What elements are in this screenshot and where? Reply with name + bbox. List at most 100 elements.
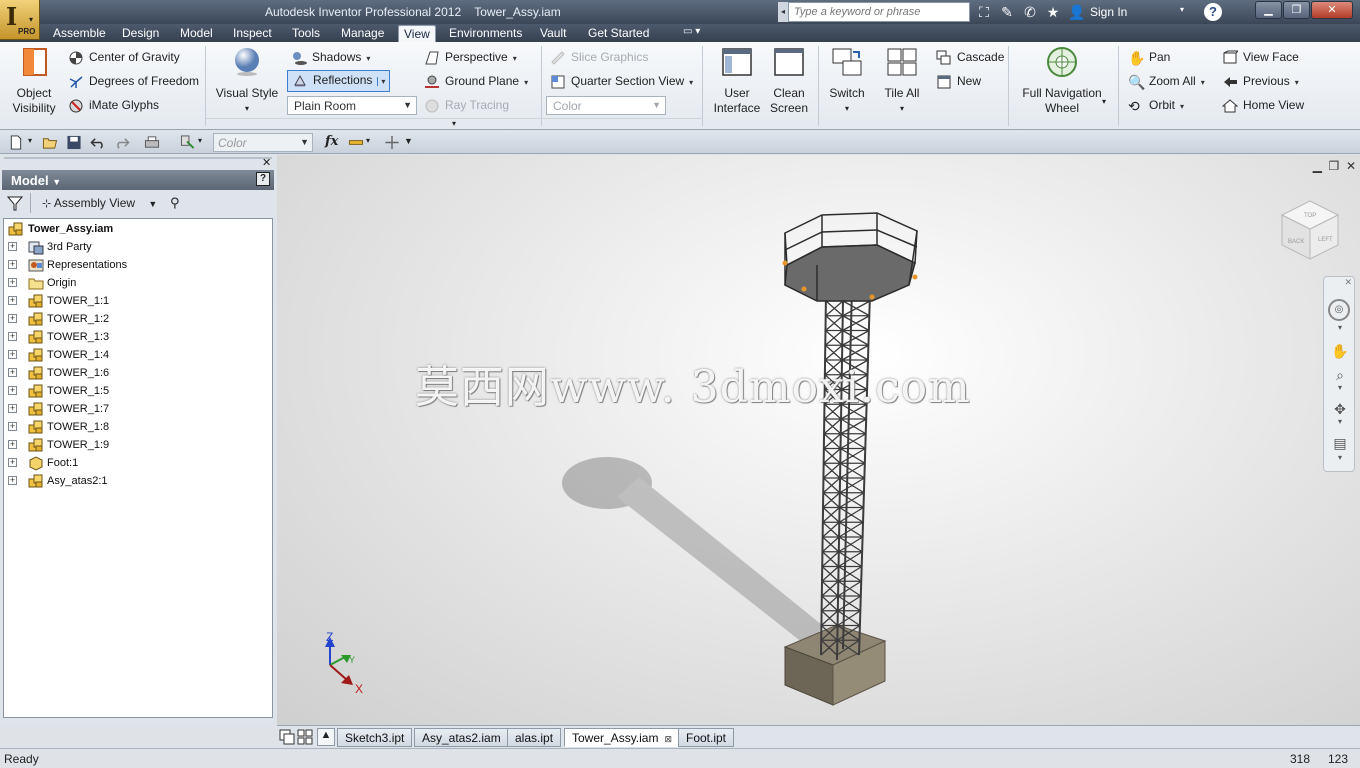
expand-icon[interactable]: + [8,242,17,251]
color-override-dropdown[interactable]: Color ▼ [546,96,666,115]
reflections-button[interactable]: Reflections ▾ [287,70,391,92]
parameters-fx-icon[interactable]: fx [325,134,338,149]
tile-all-button[interactable]: Tile All ▾ [880,46,924,116]
measure-icon[interactable] [348,135,364,150]
expand-icon[interactable]: + [8,476,17,485]
ground-plane-button[interactable]: Ground Plane ▾ [424,74,528,90]
full-navigation-wheel-button[interactable]: Full Navigation Wheel [1016,46,1108,116]
workplane-icon[interactable] [384,135,400,150]
zoom-all-button[interactable]: 🔍 Zoom All ▾ [1128,74,1205,90]
search-scope-icon[interactable]: ◂ [778,2,788,22]
doc-tab-asy-atas2[interactable]: Asy_atas2.iam [414,728,509,747]
chevron-down-icon[interactable]: ▾ [1330,417,1350,435]
print-icon[interactable] [144,135,160,150]
expand-icon[interactable]: + [8,314,17,323]
customize-qat-icon[interactable]: ▼ [404,136,413,146]
user-icon[interactable]: 👤 [1068,3,1086,21]
expand-icon[interactable]: + [8,278,17,287]
cascade-button[interactable]: Cascade [936,50,1004,66]
steering-wheel-icon[interactable]: ◎ [1328,299,1350,321]
select-filter-icon[interactable] [180,135,196,150]
find-binoculars-icon[interactable]: ⚲ [170,195,180,211]
ray-tracing-button[interactable]: Ray Tracing [424,98,509,114]
tree-node[interactable]: +3rd Party [4,238,272,256]
tower-model-scene[interactable]: Z Y X [277,155,1360,725]
tree-node[interactable]: + TOWER_1:4 [4,346,272,364]
tower-platform[interactable] [782,212,918,302]
shadows-button[interactable]: Shadows ▾ [291,50,370,66]
restore-icon[interactable]: ❐ [1329,159,1340,173]
doc-tab-sketch3[interactable]: Sketch3.ipt [337,728,413,747]
pan-hand-icon[interactable]: ✋ [1330,343,1350,361]
save-icon[interactable] [66,135,82,150]
object-visibility-button[interactable]: Object Visibility [8,46,60,116]
minimize-button[interactable]: ▁ [1255,1,1282,19]
tab-view[interactable]: View [398,25,436,42]
tab-manage[interactable]: Manage [336,25,389,42]
chevron-down-icon[interactable]: ▾ [1330,383,1350,401]
viewcube[interactable]: TOP BACK LEFT [1280,199,1340,261]
search-input[interactable]: Type a keyword or phrase [788,2,970,22]
slice-graphics-button[interactable]: Slice Graphics [550,50,648,66]
chevron-down-icon[interactable]: ▾ [366,136,370,145]
view-face-button[interactable]: View Face [1222,50,1299,66]
appearance-panel-expander[interactable]: ▾ [206,118,702,130]
pan-button[interactable]: ✋ Pan [1128,50,1170,66]
help-icon[interactable]: ? [256,172,270,186]
tree-node[interactable]: + TOWER_1:3 [4,328,272,346]
ribbon-options-icon[interactable]: ▭ ▾ [678,25,705,42]
expand-icon[interactable]: + [8,404,17,413]
open-folder-icon[interactable] [42,135,58,150]
orbit-button[interactable]: ⟲ Orbit ▾ [1128,98,1184,114]
help-icon[interactable]: ? [1204,3,1222,21]
expand-icon[interactable]: + [8,296,17,305]
lattice-tower[interactable] [820,286,871,661]
expand-icon[interactable]: + [8,368,17,377]
expand-icon[interactable]: + [8,458,17,467]
communication-icon[interactable]: ✆ [1021,3,1039,21]
expand-icon[interactable]: + [8,350,17,359]
previous-view-button[interactable]: Previous ▾ [1222,74,1299,90]
tab-model[interactable]: Model [175,25,218,42]
tree-node[interactable]: + TOWER_1:5 [4,382,272,400]
minimize-icon[interactable]: ▁ [1313,159,1322,173]
home-view-button[interactable]: Home View [1222,98,1304,114]
tile-windows-icon[interactable] [297,729,313,745]
expand-icon[interactable]: + [8,260,17,269]
tab-inspect[interactable]: Inspect [228,25,277,42]
cascade-windows-icon[interactable] [279,729,295,745]
doc-tab-tower-assy[interactable]: Tower_Assy.iam ⊠ [564,728,681,747]
quarter-section-view-button[interactable]: Quarter Section View ▾ [550,74,693,90]
switch-button[interactable]: Switch ▾ [825,46,869,116]
chevron-down-icon[interactable]: ▾ [1102,97,1106,106]
chevron-down-icon[interactable]: ▾ [1330,453,1350,471]
tree-node[interactable]: + TOWER_1:9 [4,436,272,454]
assembly-view-dropdown[interactable]: ⊹ Assembly View ▼ [42,196,157,210]
close-icon[interactable]: ✕ [1344,277,1352,288]
tree-node[interactable]: + Asy_atas2:1 [4,472,272,490]
sign-in-link[interactable]: Sign In [1090,5,1127,19]
browser-grip[interactable] [4,157,272,168]
tree-node[interactable]: + Representations [4,256,272,274]
tree-node[interactable]: + Foot:1 [4,454,272,472]
tab-environments[interactable]: Environments [444,25,527,42]
chevron-down-icon[interactable]: ▾ [1180,5,1184,14]
tree-node[interactable]: + TOWER_1:7 [4,400,272,418]
look-at-icon[interactable]: ▤ [1330,435,1350,453]
doc-tab-foot[interactable]: Foot.ipt [678,728,735,747]
expand-icon[interactable]: + [8,422,17,431]
imate-glyphs-button[interactable]: iMate Glyphs [68,98,159,114]
tree-node[interactable]: + TOWER_1:2 [4,310,272,328]
color-dropdown[interactable]: Color ▼ [213,133,313,152]
undo-icon[interactable] [90,135,106,150]
tree-node[interactable]: + Origin [4,274,272,292]
tree-node[interactable]: + TOWER_1:8 [4,418,272,436]
chevron-down-icon[interactable]: ▾ [198,136,202,145]
close-tab-icon[interactable]: ⊠ [664,734,672,744]
tree-root-node[interactable]: Tower_Assy.iam [4,220,272,238]
expand-icon[interactable]: + [8,386,17,395]
degrees-of-freedom-button[interactable]: Degrees of Freedom [68,74,199,90]
maximize-button[interactable]: ❐ [1283,1,1310,19]
subscription-icon[interactable]: ✎ [998,3,1016,21]
tree-node[interactable]: + TOWER_1:6 [4,364,272,382]
